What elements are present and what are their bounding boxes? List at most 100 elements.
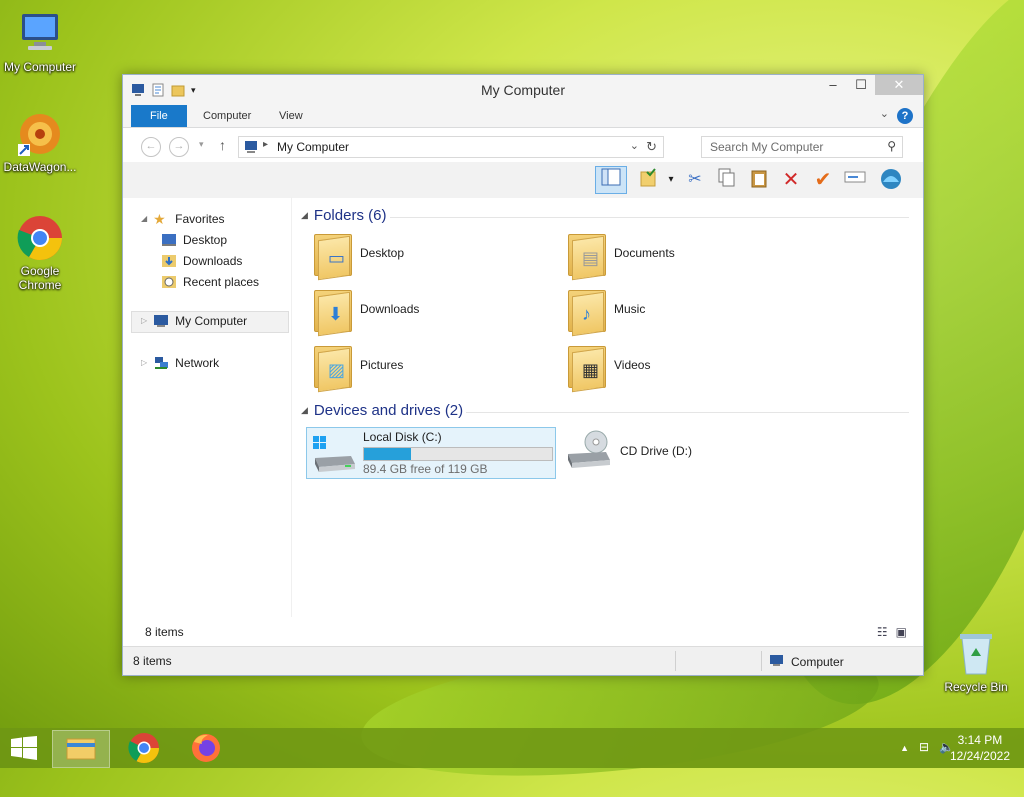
drive-local-disk-c[interactable]: Local Disk (C:) 89.4 GB free of 119 GB [306,427,556,479]
folder-documents[interactable]: ▤ Documents [566,227,675,281]
collapse-icon[interactable]: ◢ [301,210,308,221]
collapse-icon[interactable]: ◢ [141,209,147,229]
expand-ribbon-icon[interactable]: ⌄ [880,107,889,120]
folder-desktop[interactable]: ▭ Desktop [312,227,404,281]
nav-label: Recent places [183,275,260,289]
status-location-label: Computer [791,655,844,669]
desktop-icon-recycle-bin[interactable]: Recycle Bin [936,630,1016,694]
desktop-icon-google-chrome[interactable]: Google Chrome [0,214,80,292]
desktop-icon-label: My Computer [3,60,77,74]
drive-cd-d[interactable]: CD Drive (D:) [566,429,692,473]
nav-favorites[interactable]: ◢ ★ Favorites [141,209,225,229]
clock[interactable]: 3:14 PM 12/24/2022 [950,732,1010,764]
recent-locations-icon[interactable]: ▾ [199,139,204,150]
refresh-icon[interactable]: ↻ [646,139,657,155]
nav-my-computer[interactable]: ▷ My Computer [141,311,247,331]
nav-recent-places[interactable]: Recent places [161,272,259,292]
desktop-icon-label: Google Chrome [18,264,62,292]
recycle-bin-icon [952,630,1000,678]
taskbar-file-explorer[interactable] [52,730,110,768]
title-bar[interactable]: ▾ My Computer – ☐ ✕ [123,75,923,105]
nav-label: Network [175,356,220,370]
tab-computer[interactable]: Computer [189,105,265,127]
network-status-icon[interactable]: ⊟ [919,740,929,756]
clock-time: 3:14 PM [957,733,1003,747]
group-title: Devices and drives (2) [313,401,464,419]
breadcrumb[interactable]: My Computer [277,140,349,154]
nav-network[interactable]: ▷ Network [141,353,219,373]
rename-icon[interactable] [843,168,867,192]
system-tray: ▲ ⊟ 🔈 [900,740,954,756]
desktop-icon-label: DataWagon... [3,160,77,174]
show-hidden-icons-icon[interactable]: ▲ [900,740,909,756]
search-icon[interactable]: ⚲ [887,139,896,153]
copy-icon[interactable] [715,168,739,192]
taskbar-firefox[interactable] [178,730,234,766]
back-button[interactable]: ← [141,137,161,157]
folder-label: Downloads [360,302,420,316]
folder-label: Documents [614,246,675,260]
expand-icon[interactable]: ▷ [141,311,147,331]
cut-icon[interactable]: ✂ [683,168,707,192]
folder-icon: ♪ [566,286,606,337]
folder-downloads[interactable]: ⬇ Downloads [312,283,420,337]
maximize-button[interactable]: ☐ [847,75,875,95]
drive-usage-bar [363,447,553,461]
start-button[interactable] [10,736,38,760]
tab-view[interactable]: View [265,105,317,127]
desktop-icon-datawagon[interactable]: DataWagon... [0,110,80,174]
open-shell-icon[interactable] [879,168,903,192]
desktop-icon-my-computer[interactable]: My Computer [0,10,80,74]
status-location: Computer [769,654,844,670]
folder-pictures[interactable]: ▨ Pictures [312,339,403,393]
delete-icon[interactable]: ✕ [779,168,803,192]
folder-music[interactable]: ♪ Music [566,283,645,337]
up-button[interactable]: ↑ [219,137,226,153]
taskbar: ▲ ⊟ 🔈 3:14 PM 12/24/2022 [0,728,1024,768]
downloads-icon [161,254,177,268]
recent-places-icon [161,275,177,289]
status-bar: 8 items Computer [123,646,923,675]
ribbon-tabs: File Computer View ⌄ ? [123,105,923,128]
group-header-folders[interactable]: ◢ Folders (6) [301,205,386,225]
window-title: My Computer [480,82,566,98]
folder-icon: ▨ [312,342,352,393]
forward-button[interactable]: → [169,137,189,157]
chrome-icon [128,733,159,764]
details-view-icon[interactable]: ☷ [877,625,888,639]
rename-check-icon[interactable]: ✔ [811,168,835,192]
folder-videos[interactable]: ▦ Videos [566,339,650,393]
windows-logo-icon [11,736,37,760]
search-placeholder: Search My Computer [710,140,824,154]
status-item-count: 8 items [133,654,172,668]
nav-label: Downloads [183,254,243,268]
collapse-icon[interactable]: ◢ [301,405,308,416]
properties-button[interactable] [637,168,661,192]
taskbar-chrome[interactable] [116,730,172,766]
chevron-down-icon[interactable]: ▾ [659,168,683,192]
desktop-icon-label: Recycle Bin [944,680,1008,694]
item-count: 8 items [145,625,184,639]
nav-desktop[interactable]: Desktop [161,230,227,250]
navigation-pane: ◢ ★ Favorites Desktop Downloads Recent p… [131,197,292,617]
file-explorer-icon [66,738,96,760]
nav-downloads[interactable]: Downloads [161,251,242,271]
expand-icon[interactable]: ▷ [141,353,147,373]
chevron-down-icon[interactable]: ⌄ [630,139,639,152]
explorer-window[interactable]: ▾ My Computer – ☐ ✕ File Computer View ⌄… [122,74,924,676]
search-input[interactable]: Search My Computer ⚲ [701,136,903,158]
firefox-icon [192,734,220,762]
chrome-icon [16,214,64,262]
large-icons-view-icon[interactable]: ▣ [896,625,907,639]
address-field[interactable]: ▸ My Computer ⌄ ↻ [238,136,664,158]
tab-file[interactable]: File [131,105,187,127]
close-button[interactable]: ✕ [875,75,923,95]
nav-label: Desktop [183,233,228,247]
minimize-button[interactable]: – [819,75,847,95]
window-body: ◢ ★ Favorites Desktop Downloads Recent p… [131,197,917,617]
breadcrumb-separator-icon[interactable]: ▸ [263,139,268,150]
help-icon[interactable]: ? [897,108,913,124]
group-header-devices[interactable]: ◢ Devices and drives (2) [301,400,463,420]
paste-icon[interactable] [747,168,771,192]
preview-pane-button[interactable] [595,166,627,194]
